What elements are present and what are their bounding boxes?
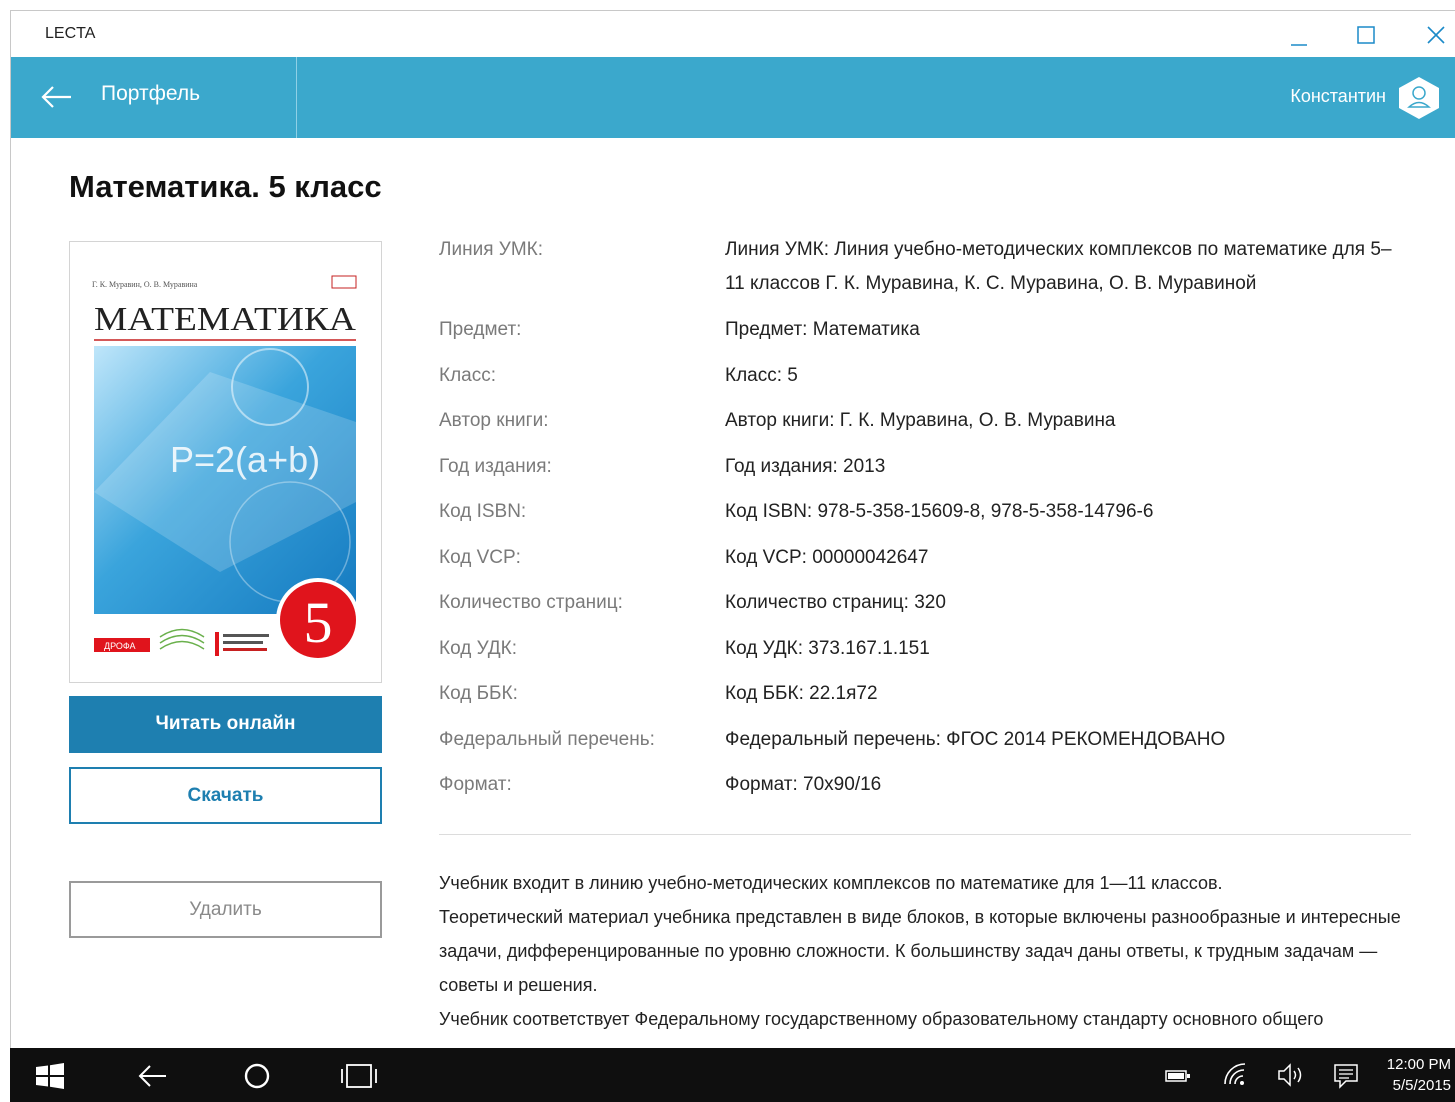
description-paragraph: Учебник соответствует Федеральному госуд… [439,1009,1324,1029]
system-clock[interactable]: 12:00 PM 5/5/2015 [1387,1054,1451,1096]
action-center-icon[interactable] [1332,1062,1360,1090]
user-name[interactable]: Константин [1290,86,1386,107]
cover-grade: 5 [304,590,333,655]
prop-label: Код УДК: [439,638,518,659]
prop-label: Формат: [439,774,512,795]
prop-label: Код ISBN: [439,501,527,522]
page-title: Математика. 5 класс [69,169,382,204]
prop-value: Предмет: Математика [725,319,920,340]
prop-value: Класс: 5 [725,365,798,386]
prop-label: Предмет: [439,319,522,340]
close-button[interactable] [1406,11,1455,57]
user-avatar-icon[interactable] [1397,76,1441,120]
prop-value: Формат: 70x90/16 [725,774,882,795]
back-arrow-icon[interactable] [39,79,75,115]
cover-title: МАТЕМАТИКА [94,301,356,338]
prop-label: Класс: [439,365,496,386]
start-windows-icon[interactable] [36,1063,64,1089]
cover-authors: Г. К. Муравин, О. В. Муравина [92,280,198,289]
prop-value: Код ISBN: 978-5-358-15609-8, 978-5-358-1… [725,501,1154,522]
clock-date: 5/5/2015 [1392,1077,1451,1094]
minimize-icon [1291,44,1307,46]
prop-value: Федеральный перечень: ФГОС 2014 РЕКОМЕНД… [725,729,1226,750]
task-view-icon[interactable] [340,1061,378,1091]
prop-label: Код VCP: [439,547,521,568]
maximize-icon [1357,26,1375,44]
prop-label: Количество страниц: [439,592,623,613]
prop-label: Год издания: [439,456,552,477]
delete-button[interactable]: Удалить [69,881,382,938]
clock-time: 12:00 PM [1386,1056,1451,1073]
battery-icon[interactable] [1165,1066,1191,1086]
description-paragraph: Учебник входит в линию учебно-методическ… [439,873,1223,893]
prop-label: Автор книги: [439,410,549,431]
taskbar: 12:00 PM 5/5/2015 [10,1048,1455,1102]
prop-label: Федеральный перечень: [439,729,655,750]
app-window: LECTA Портфель Константин Математика. 5 … [10,10,1455,1051]
read-online-button[interactable]: Читать онлайн [69,696,382,753]
prop-label: Линия УМК: [439,239,543,260]
back-nav-icon[interactable] [136,1061,170,1091]
maximize-button[interactable] [1336,11,1396,57]
prop-value: Код VCP: 00000042647 [725,547,929,568]
minimize-button[interactable] [1269,11,1329,57]
book-cover: Г. К. Муравин, О. В. Муравина МАТЕМАТИКА… [69,241,382,683]
volume-icon[interactable] [1276,1062,1306,1088]
header-divider [296,57,297,138]
search-circle-icon[interactable] [242,1061,272,1091]
prop-value: Код ББК: 22.1я72 [725,683,878,704]
description-paragraph: Теоретический материал учебника представ… [439,907,1401,995]
wifi-icon[interactable] [1222,1062,1248,1088]
prop-value: Код УДК: 373.167.1.151 [725,638,930,659]
nav-title[interactable]: Портфель [101,82,200,106]
book-description: Учебник входит в линию учебно-методическ… [439,866,1419,1036]
prop-value: Автор книги: Г. К. Муравина, О. В. Мурав… [725,410,1116,431]
download-button[interactable]: Скачать [69,767,382,824]
title-bar: LECTA [11,11,1455,57]
prop-value: Количество страниц: 320 [725,592,946,613]
divider [439,834,1411,835]
app-header: Портфель Константин [11,57,1455,138]
publisher-logo: ДРОФА [104,641,136,651]
cover-formula: P=2(a+b) [170,439,320,480]
prop-label: Код ББК: [439,683,518,704]
prop-value: Год издания: 2013 [725,456,886,477]
close-icon [1427,26,1445,44]
app-title: LECTA [45,25,96,42]
prop-value: Линия УМК: Линия учебно-методических ком… [725,239,1392,294]
